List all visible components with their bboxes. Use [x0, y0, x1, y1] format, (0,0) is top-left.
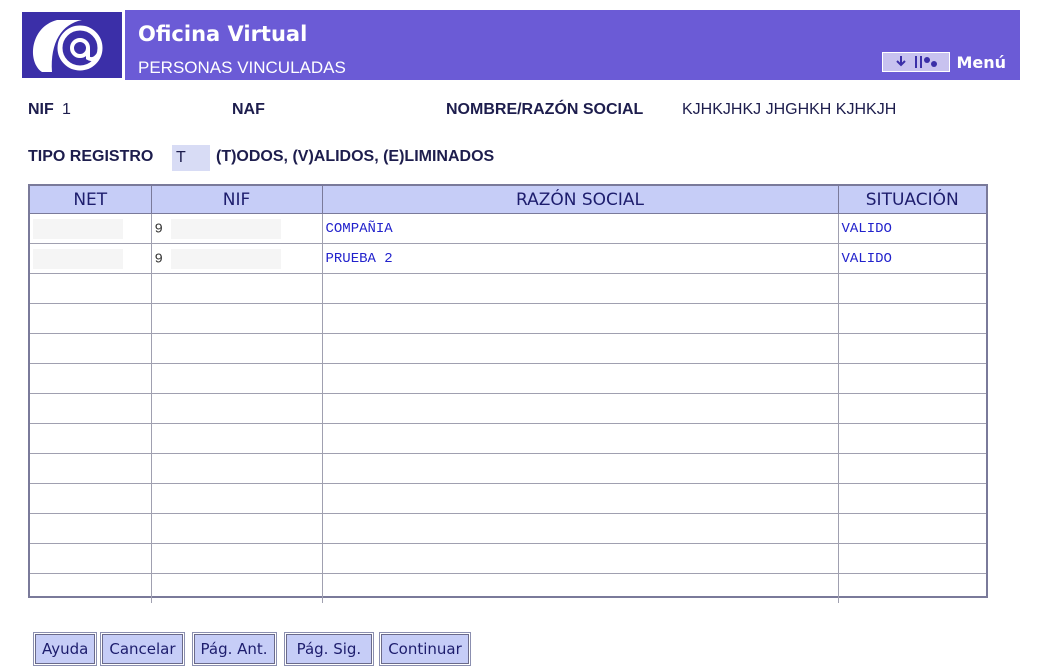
- cell-nif: 9: [151, 213, 323, 244]
- menu-button[interactable]: Menú: [882, 50, 1006, 74]
- masked-nif: [170, 218, 281, 239]
- tipo-registro-input[interactable]: T: [172, 145, 210, 171]
- table-row-empty: [30, 453, 986, 484]
- table-row-empty: [30, 573, 986, 603]
- column-header-razon-social: RAZÓN SOCIAL: [322, 186, 839, 214]
- app-title: Oficina Virtual: [138, 22, 308, 46]
- nombre-value: KJHKJHKJ JHGHKH KJHKJH: [682, 101, 897, 118]
- table-row-empty: [30, 363, 986, 394]
- cell-situacion: VALIDO: [838, 213, 986, 244]
- cell-nif-text: 9: [154, 251, 163, 268]
- cell-razon-social[interactable]: COMPAÑIA: [322, 213, 839, 244]
- table-row-empty: [30, 543, 986, 574]
- table-row-empty: [30, 393, 986, 424]
- tipo-registro-hint: (T)ODOS, (V)ALIDOS, (E)LIMINADOS: [216, 148, 495, 165]
- app-header: Oficina Virtual PERSONAS VINCULADAS Menú: [20, 10, 1020, 80]
- cell-nif-text: 9: [154, 221, 163, 238]
- masked-net: [33, 218, 123, 239]
- table-row-empty: [30, 513, 986, 544]
- naf-label: NAF: [232, 101, 265, 118]
- menu-label: Menú: [956, 52, 1006, 72]
- table-row-empty: [30, 333, 986, 364]
- page-subtitle: PERSONAS VINCULADAS: [138, 58, 346, 77]
- download-arrow-icon: [896, 56, 907, 67]
- menu-icons: [882, 52, 951, 72]
- cell-situacion: VALIDO: [838, 243, 986, 274]
- table-header-row: NET NIF RAZÓN SOCIAL SITUACIÓN: [30, 186, 986, 214]
- table-row-empty: [30, 483, 986, 514]
- table-row-empty: [30, 423, 986, 454]
- nombre-label: NOMBRE/RAZÓN SOCIAL: [446, 101, 644, 118]
- cell-nif: 9: [151, 243, 323, 274]
- table-row[interactable]: 9 PRUEBA 2 VALIDO: [30, 243, 986, 274]
- column-header-situacion: SITUACIÓN: [838, 186, 986, 214]
- column-header-nif: NIF: [151, 186, 323, 214]
- cell-razon-social[interactable]: PRUEBA 2: [322, 243, 839, 274]
- masked-nif: [170, 248, 281, 269]
- table-row-empty: [30, 303, 986, 334]
- table-row[interactable]: 9 COMPAÑIA VALIDO: [30, 213, 986, 244]
- continuar-button[interactable]: Continuar: [380, 633, 470, 665]
- tipo-registro-label: TIPO REGISTRO: [28, 148, 154, 165]
- vinculados-table: NET NIF RAZÓN SOCIAL SITUACIÓN 9 COMPAÑI…: [28, 184, 988, 603]
- nif-value: 1: [62, 101, 71, 118]
- column-header-net: NET: [30, 186, 152, 214]
- pag-ant-button[interactable]: Pág. Ant.: [192, 633, 276, 665]
- masked-net: [33, 248, 123, 269]
- ayuda-button[interactable]: Ayuda: [33, 633, 97, 665]
- pag-sig-button[interactable]: Pág. Sig.: [284, 633, 374, 665]
- settings-sliders-icon: [915, 56, 938, 68]
- table-row-empty: [30, 273, 986, 304]
- action-buttons: Ayuda Cancelar Pág. Ant. Pág. Sig. Conti…: [33, 633, 470, 665]
- nif-label: NIF: [28, 101, 54, 118]
- at-sign-logo-icon: [33, 20, 103, 72]
- cell-net: [30, 213, 152, 244]
- cancelar-button[interactable]: Cancelar: [101, 633, 184, 665]
- logo: [20, 10, 125, 80]
- cell-net: [30, 243, 152, 274]
